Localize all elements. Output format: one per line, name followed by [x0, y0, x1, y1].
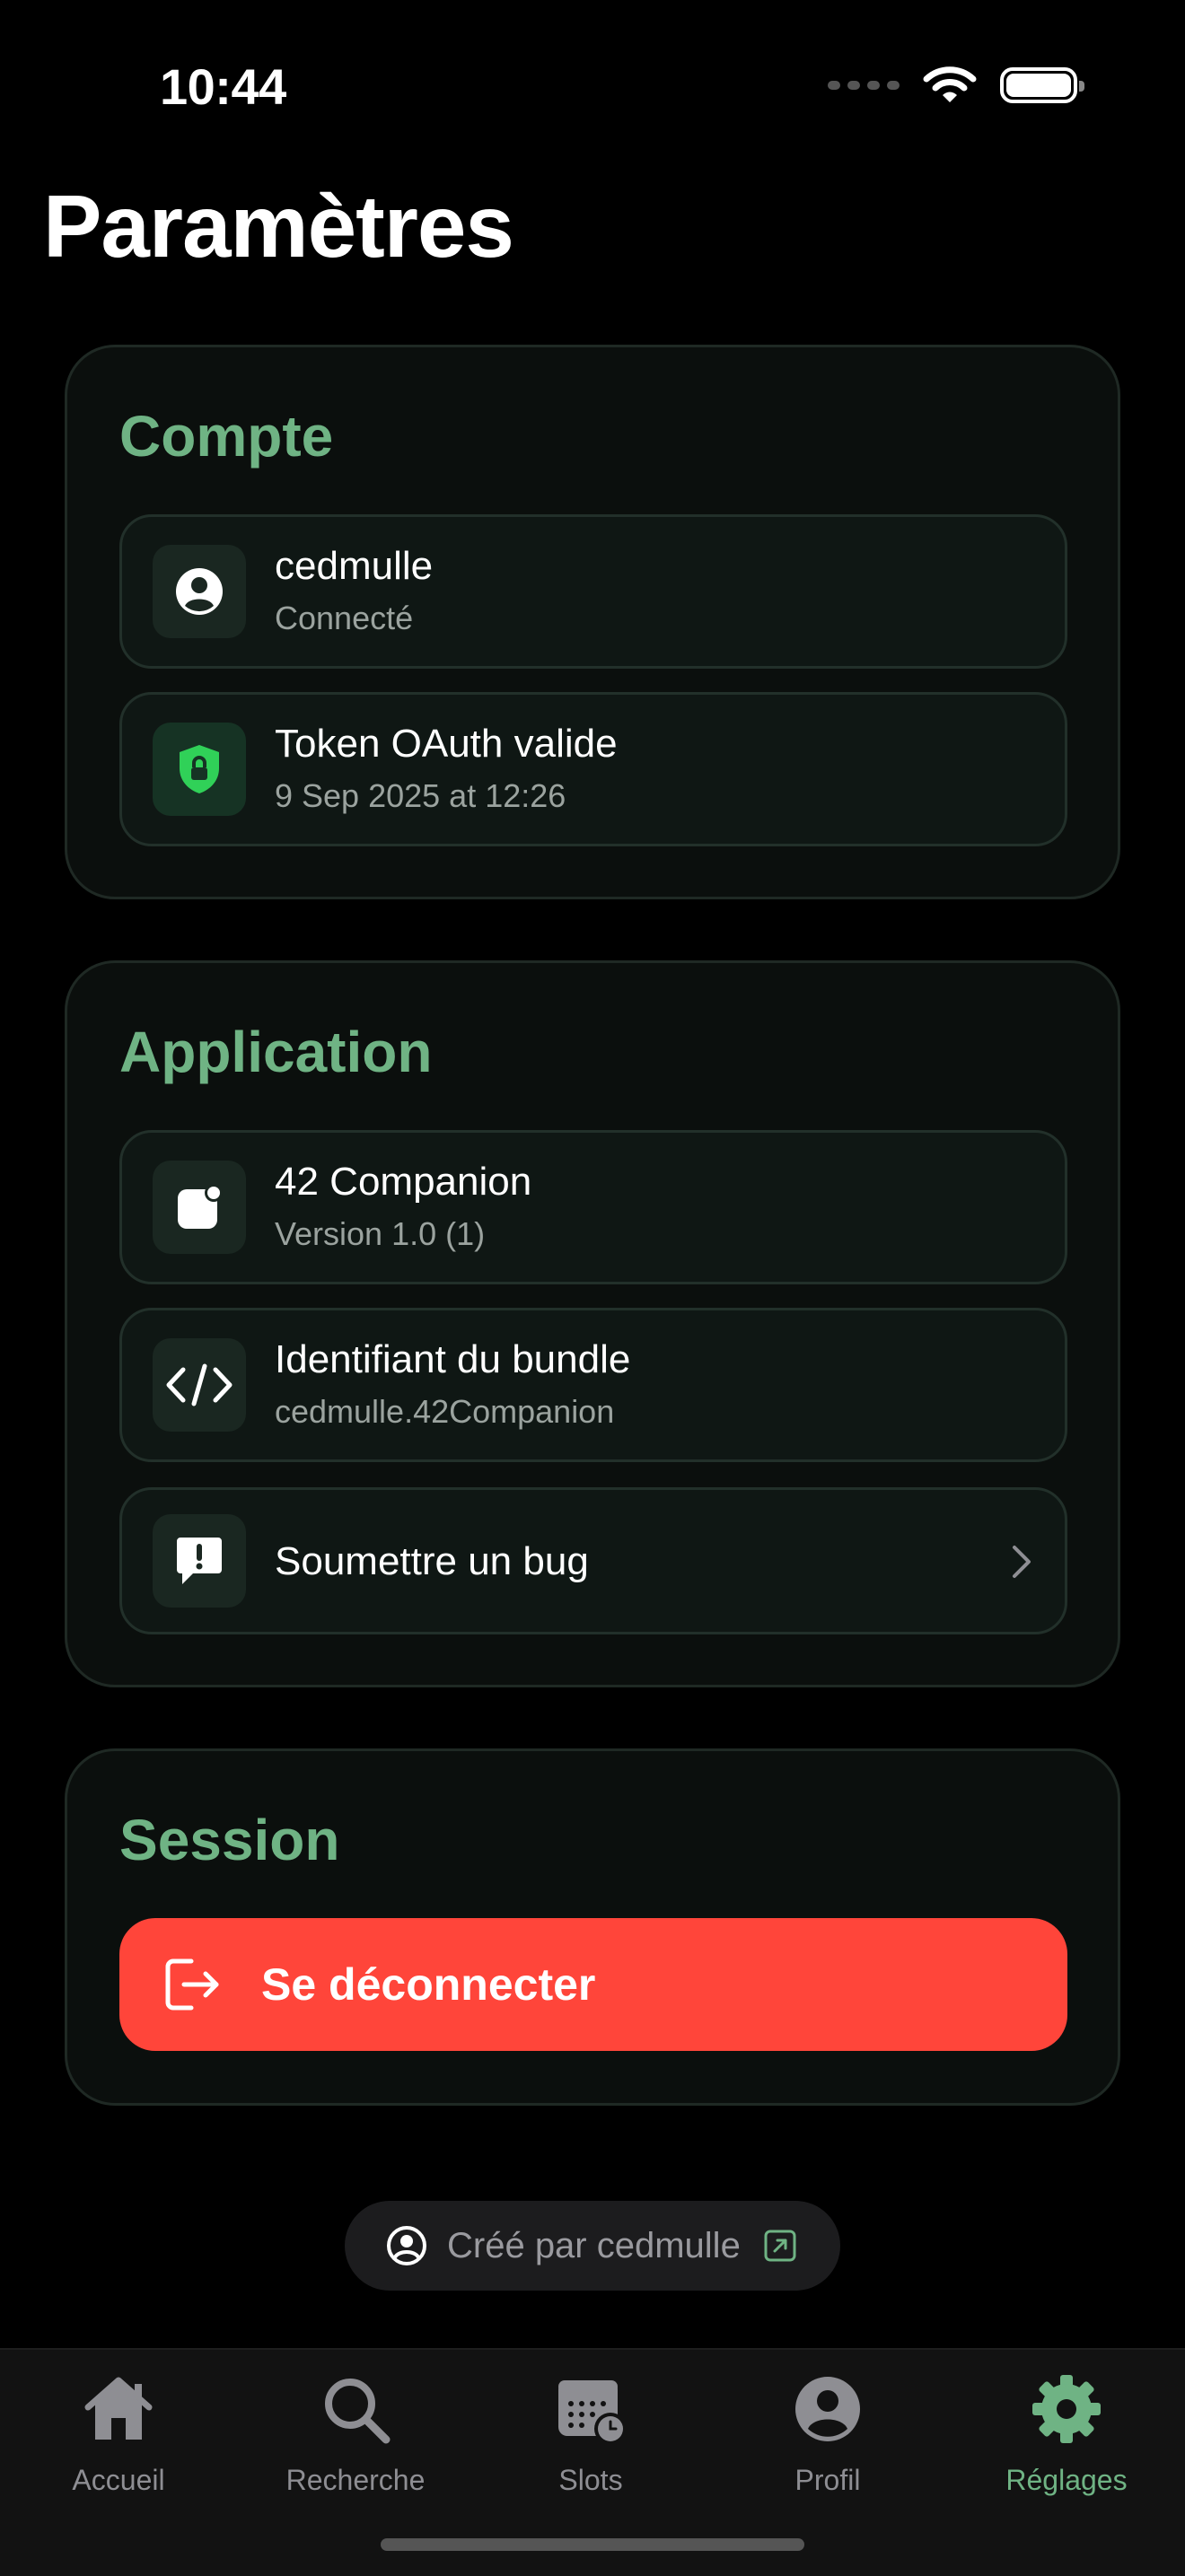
account-section-title: Compte — [119, 404, 334, 469]
calendar-clock-icon — [558, 2380, 627, 2445]
battery-icon — [1000, 67, 1084, 103]
exclamation-bubble-icon — [177, 1538, 222, 1584]
page-title: Paramètres — [43, 177, 514, 276]
home-indicator — [381, 2538, 804, 2551]
app-info-row: 42 Companion Version 1.0 (1) — [119, 1130, 1067, 1284]
lock-shield-icon — [180, 745, 219, 793]
logout-button[interactable]: Se déconnecter — [119, 1918, 1067, 2051]
bundle-id-row: Identifiant du bundle cedmulle.42Compani… — [119, 1308, 1067, 1462]
bug-icon-badge — [153, 1514, 246, 1608]
wifi-icon — [923, 66, 977, 102]
magnifier-icon — [325, 2379, 391, 2444]
account-section: Compte cedmulle Connecté Token OAuth val… — [65, 345, 1120, 899]
submit-bug-button[interactable]: Soumettre un bug — [119, 1487, 1067, 1634]
token-label: Token OAuth valide — [275, 722, 618, 766]
account-user-row: cedmulle Connecté — [119, 514, 1067, 669]
person-circle-icon — [795, 2377, 860, 2441]
creator-label: Créé par cedmulle — [447, 2225, 741, 2265]
person-circle-icon — [176, 568, 223, 615]
session-section: Session Se déconnecter — [65, 1748, 1120, 2106]
cellular-signal-icon — [828, 81, 900, 90]
session-section-title: Session — [119, 1808, 340, 1872]
code-icon-badge — [153, 1338, 246, 1432]
gear-icon — [1032, 2375, 1101, 2443]
tab-recherche[interactable]: Recherche — [266, 2371, 445, 2497]
tab-accueil[interactable]: Accueil — [29, 2371, 208, 2497]
logout-label: Se déconnecter — [261, 1959, 596, 2010]
connection-status: Connecté — [275, 600, 414, 636]
application-section-title: Application — [119, 1020, 433, 1084]
tab-label-profil: Profil — [794, 2464, 861, 2496]
token-date: 9 Sep 2025 at 12:26 — [275, 777, 566, 814]
app-badge-icon — [178, 1184, 223, 1229]
tab-label-reglages: Réglages — [1005, 2464, 1128, 2496]
shield-icon-badge — [153, 723, 246, 816]
app-name: 42 Companion — [275, 1160, 532, 1204]
bundle-label: Identifiant du bundle — [275, 1337, 631, 1381]
tab-reglages[interactable]: Réglages — [977, 2371, 1156, 2497]
house-icon — [84, 2377, 153, 2440]
chevron-right-icon — [1013, 1546, 1031, 1578]
tab-label-accueil: Accueil — [72, 2464, 165, 2496]
username: cedmulle — [275, 544, 434, 588]
submit-bug-label: Soumettre un bug — [275, 1539, 589, 1583]
tab-slots[interactable]: Slots — [501, 2371, 680, 2497]
token-row: Token OAuth valide 9 Sep 2025 at 12:26 — [119, 692, 1067, 846]
user-icon-badge — [153, 545, 246, 638]
external-link-icon — [764, 2230, 796, 2262]
tab-label-slots: Slots — [558, 2464, 623, 2496]
application-section: Application 42 Companion Version 1.0 (1)… — [65, 960, 1120, 1687]
logout-icon — [165, 1958, 219, 2011]
app-version: Version 1.0 (1) — [275, 1215, 486, 1252]
tab-profil[interactable]: Profil — [738, 2371, 917, 2497]
tab-label-recherche: Recherche — [285, 2464, 426, 2496]
person-circle-icon — [387, 2226, 426, 2265]
bundle-value: cedmulle.42Companion — [275, 1393, 615, 1430]
code-brackets-icon — [166, 1363, 233, 1406]
status-time: 10:44 — [160, 58, 286, 115]
app-icon-badge — [153, 1161, 246, 1254]
creator-link[interactable]: Créé par cedmulle — [345, 2201, 840, 2291]
